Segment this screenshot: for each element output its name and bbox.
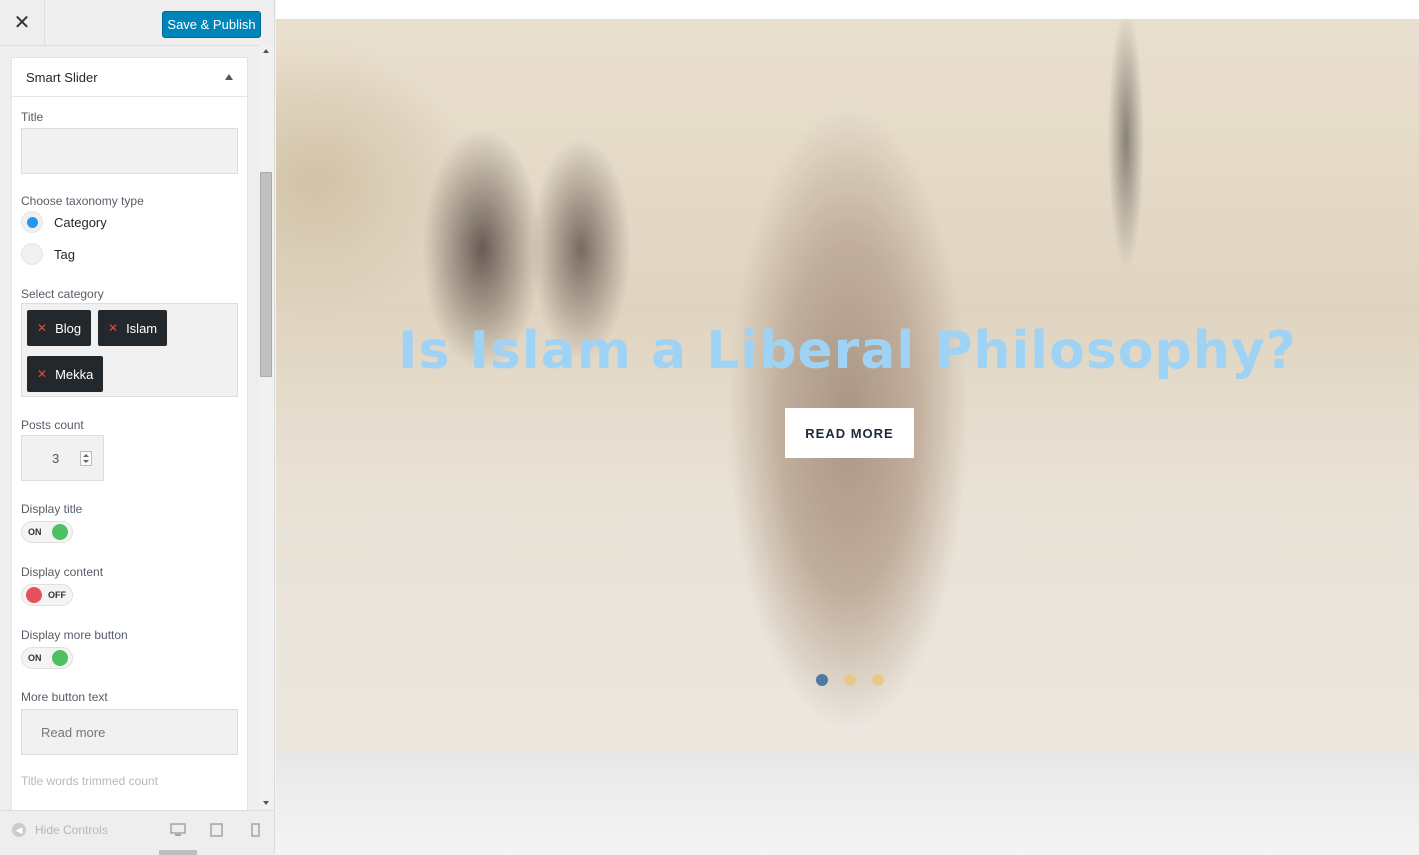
radio-selected-dot [26, 216, 38, 228]
tag-label: Mekka [55, 366, 94, 382]
active-device-indicator [159, 850, 197, 855]
collapse-icon: ◀ [12, 823, 26, 837]
tag-chip[interactable]: ✕ Mekka [27, 356, 104, 392]
posts-count-value: 3 [52, 451, 60, 466]
title-label: Title [21, 110, 44, 124]
hide-controls-button[interactable]: ◀ Hide Controls [12, 823, 108, 837]
read-more-button[interactable]: READ MORE [785, 408, 914, 458]
tag-label: Islam [126, 320, 158, 336]
title-input[interactable] [21, 128, 238, 174]
tag-label: Blog [55, 320, 82, 336]
trimmed-label: Title words trimmed count [21, 774, 158, 788]
radio-button[interactable] [21, 211, 43, 233]
category-select[interactable]: ✕ Blog ✕ Islam ✕ Mekka [21, 303, 238, 397]
mobile-icon[interactable] [251, 823, 260, 837]
radio-tag[interactable]: Tag [21, 243, 75, 265]
widget-panel: Smart Slider Title Choose taxonomy type … [11, 57, 248, 817]
remove-icon[interactable]: ✕ [37, 321, 47, 335]
remove-icon[interactable]: ✕ [108, 321, 118, 335]
customizer-sidebar: ✕ Save & Publish Smart Slider Title Choo… [0, 0, 275, 855]
display-more-toggle[interactable]: ON [21, 647, 73, 669]
spinner-icon[interactable] [80, 451, 92, 466]
display-content-toggle[interactable]: OFF [21, 584, 73, 606]
scroll-down-icon[interactable] [263, 801, 269, 805]
close-icon[interactable]: ✕ [0, 0, 45, 45]
toggle-state: ON [28, 653, 42, 663]
desktop-icon[interactable] [170, 823, 186, 837]
radio-button[interactable] [21, 243, 43, 265]
tag-chip[interactable]: ✕ Islam [98, 310, 168, 346]
tag-chip[interactable]: ✕ Blog [27, 310, 92, 346]
save-publish-button[interactable]: Save & Publish [162, 11, 261, 38]
toggle-knob [26, 587, 42, 603]
toggle-knob [52, 650, 68, 666]
customizer-header: ✕ Save & Publish [0, 0, 274, 46]
more-text-input[interactable]: Read more [21, 709, 238, 755]
slider-pagination [816, 674, 884, 686]
display-content-label: Display content [21, 565, 104, 579]
widget-header[interactable]: Smart Slider [12, 58, 247, 97]
slide-title[interactable]: Is Islam a Liberal Philosophy? [276, 321, 1419, 381]
radio-category-label: Category [54, 214, 107, 230]
site-preview: Is Islam a Liberal Philosophy? READ MORE [276, 0, 1419, 854]
toggle-state: OFF [48, 590, 66, 600]
sidebar-scrollbar[interactable] [259, 45, 274, 809]
toggle-state: ON [28, 527, 42, 537]
slide-dot[interactable] [816, 674, 828, 686]
collapse-arrow-icon[interactable] [225, 74, 233, 80]
slide-dot[interactable] [844, 674, 856, 686]
customizer-footer: ◀ Hide Controls [0, 810, 274, 855]
toggle-knob [52, 524, 68, 540]
hero-overlay [276, 19, 1419, 754]
display-title-label: Display title [21, 502, 83, 516]
radio-tag-label: Tag [54, 246, 75, 262]
posts-count-stepper[interactable]: 3 [21, 435, 104, 481]
scroll-up-icon[interactable] [263, 49, 269, 53]
display-title-toggle[interactable]: ON [21, 521, 73, 543]
posts-count-label: Posts count [21, 418, 84, 432]
tablet-icon[interactable] [210, 823, 223, 837]
taxonomy-label: Choose taxonomy type [21, 194, 144, 208]
hero-slide: Is Islam a Liberal Philosophy? READ MORE [276, 19, 1419, 754]
page-content-area [276, 754, 1419, 854]
hide-controls-label: Hide Controls [35, 823, 108, 837]
radio-category[interactable]: Category [21, 211, 107, 233]
remove-icon[interactable]: ✕ [37, 367, 47, 381]
slide-dot[interactable] [872, 674, 884, 686]
widget-title: Smart Slider [26, 69, 98, 85]
display-more-label: Display more button [21, 628, 128, 642]
more-text-label: More button text [21, 690, 108, 704]
category-label: Select category [21, 287, 104, 301]
scroll-thumb[interactable] [260, 172, 272, 377]
